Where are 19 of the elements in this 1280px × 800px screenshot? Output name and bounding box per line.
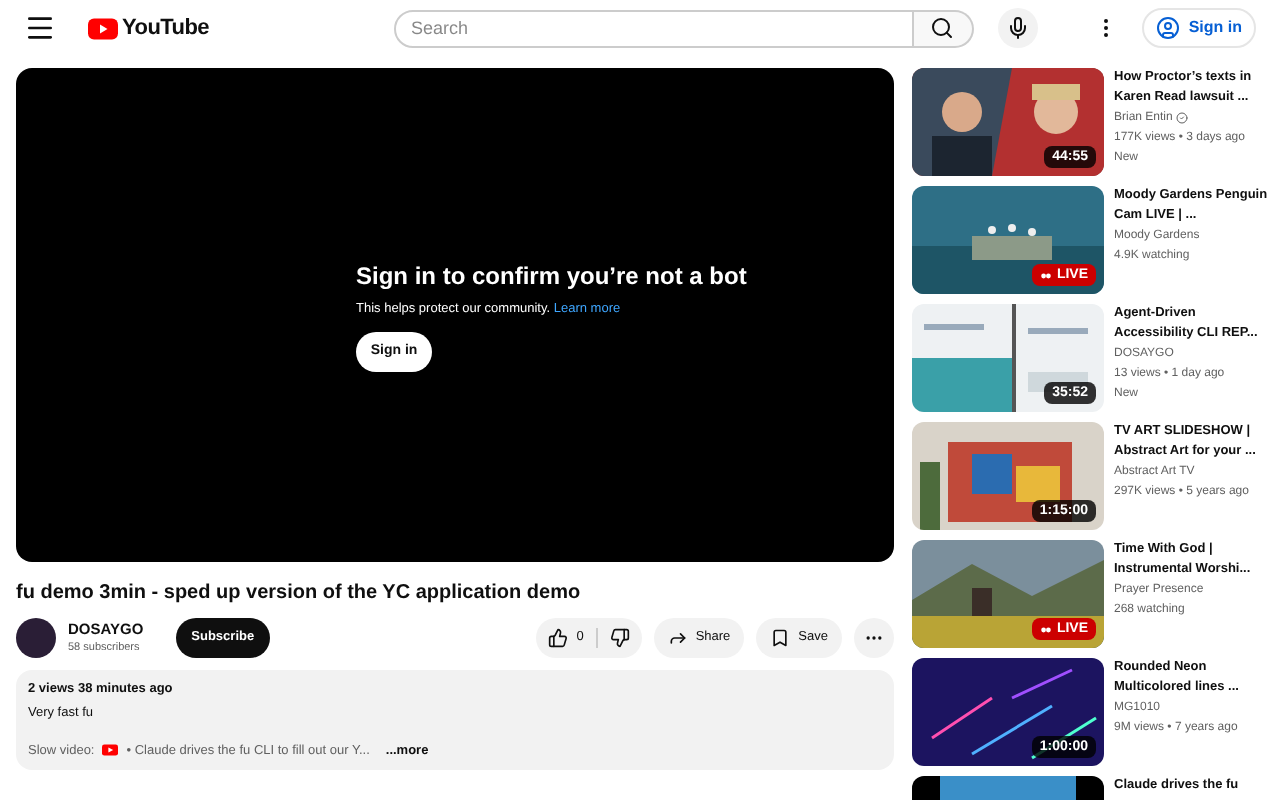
player-heading: Sign in to confirm you’re not a bot bbox=[356, 259, 749, 294]
logo-icon bbox=[88, 17, 118, 39]
channel-avatar[interactable] bbox=[16, 618, 56, 658]
video-title: fu demo 3min - sped up version of the YC application demo bbox=[16, 580, 583, 608]
share-icon bbox=[667, 628, 688, 648]
sign-in-button[interactable]: Sign in bbox=[1142, 8, 1256, 48]
thumbs-down-icon bbox=[609, 628, 630, 648]
bookmark-icon bbox=[770, 628, 791, 648]
thumbs-up-icon bbox=[548, 628, 569, 648]
search-icon bbox=[930, 16, 954, 40]
logo[interactable]: YouTube bbox=[122, 11, 209, 45]
menu-icon[interactable] bbox=[24, 12, 56, 44]
verified-icon bbox=[1176, 112, 1189, 124]
account-icon bbox=[1156, 16, 1181, 40]
microphone-button[interactable] bbox=[997, 8, 1037, 48]
search-button[interactable] bbox=[913, 9, 973, 47]
microphone-icon bbox=[1005, 16, 1029, 40]
search-field[interactable]: Search bbox=[393, 9, 913, 47]
video-icon bbox=[102, 744, 119, 757]
